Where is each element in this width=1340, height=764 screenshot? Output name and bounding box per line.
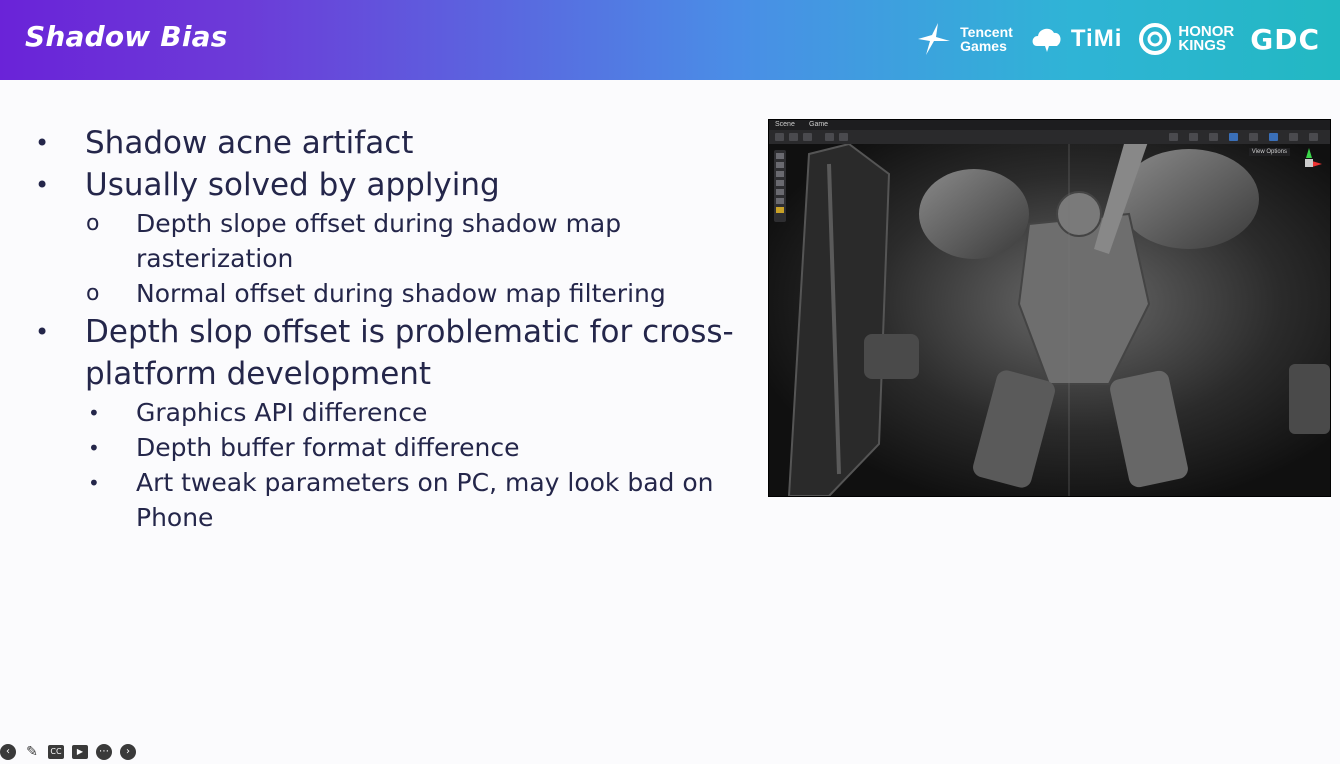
honor-line2: KINGS (1178, 37, 1226, 54)
more-icon[interactable]: ⋯ (96, 744, 112, 760)
sub-bullet-marker: o (86, 281, 100, 306)
tab-game: Game (809, 121, 829, 128)
tencent-line1: Tencent (960, 24, 1013, 40)
unity-scene-screenshot: Scene Game View Options (768, 119, 1331, 497)
bullet-item: • Usually solved by applying (35, 167, 500, 203)
cloud-icon (1032, 28, 1061, 52)
sub-bullet-text: Normal offset during shadow map filterin… (136, 279, 666, 308)
sub-bullet-text: Depth slope offset during shadow map ras… (136, 209, 622, 273)
bullet-text: Shadow acne artifact (85, 125, 414, 161)
tencent-star-icon (918, 23, 951, 55)
sub-bullet-item: • Depth buffer format difference (30, 430, 750, 465)
captions-icon[interactable]: CC (48, 745, 64, 759)
forward-icon[interactable]: › (120, 744, 136, 760)
timi-text: TiMi (1070, 25, 1123, 52)
player-controls: ‹ ✎ CC ▶ ⋯ › (0, 742, 136, 762)
sub-bullet-text: Depth buffer format difference (136, 433, 520, 462)
slide-body: • Shadow acne artifact • Usually solved … (0, 80, 1340, 764)
scene-tabs: Scene Game (769, 120, 1330, 130)
timi-logo: TiMi (1029, 24, 1123, 54)
sub-bullet-marker: • (88, 401, 100, 425)
tab-scene: Scene (775, 121, 795, 128)
bullet-text: Usually solved by applying (85, 167, 500, 203)
scene-tool-palette (774, 150, 786, 222)
sub-bullet-item: o Normal offset during shadow map filter… (30, 276, 750, 311)
sponsor-logos: Tencent Games TiMi HONOR KINGS GDC (914, 16, 1320, 62)
tencent-line2: Games (960, 38, 1007, 54)
scene-toolbar (769, 130, 1330, 144)
view-options-label: View Options (1248, 148, 1290, 156)
slide-header: Shadow Bias Tencent Games TiMi HONOR KIN… (0, 0, 1340, 80)
pen-icon[interactable]: ✎ (24, 744, 40, 760)
honor-emblem-icon (1139, 23, 1172, 55)
slide-title: Shadow Bias (25, 20, 228, 53)
back-icon[interactable]: ‹ (0, 744, 16, 760)
sub-bullet-item: o Depth slope offset during shadow map r… (30, 206, 750, 276)
mech-robot-image (769, 144, 1330, 496)
sub-bullet-text: Graphics API difference (136, 398, 428, 427)
bullet-list: • Shadow acne artifact • Usually solved … (30, 122, 750, 535)
tencent-games-logo: Tencent Games (914, 21, 1013, 57)
sub-bullet-marker: • (88, 471, 100, 495)
scene-gizmo-icon (1305, 148, 1322, 167)
bullet-text: Depth slop offset is problematic for cro… (85, 314, 734, 392)
sub-bullet-text: Art tweak parameters on PC, may look bad… (136, 468, 714, 532)
camera-off-icon[interactable]: ▶ (72, 745, 88, 759)
honor-of-kings-logo: HONOR KINGS (1138, 22, 1234, 56)
sub-bullet-item: • Graphics API difference (30, 395, 750, 430)
bullet-item: • Depth slop offset is problematic for c… (35, 314, 734, 392)
bullet-item: • Shadow acne artifact (35, 125, 414, 161)
sub-bullet-marker: o (86, 211, 100, 236)
sub-bullet-marker: • (88, 436, 100, 460)
sub-bullet-item: • Art tweak parameters on PC, may look b… (30, 465, 750, 535)
gdc-logo: GDC (1250, 22, 1320, 56)
